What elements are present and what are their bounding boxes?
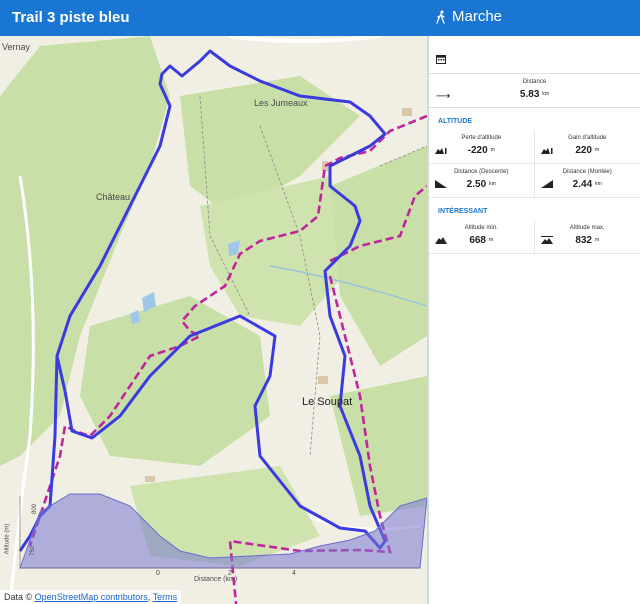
chart-y-tick-800: 800 [32,503,39,515]
map-attribution: Data © OpenStreetMap contributors, Terms [0,590,182,604]
forest-area [80,296,270,466]
osm-link[interactable]: OpenStreetMap contributors [35,592,148,602]
forest-area [330,146,427,366]
attribution-prefix: Data © [4,592,33,602]
attribution-separator: , [147,592,151,602]
route-title: Trail 3 piste bleu [12,9,130,26]
stat-distance-descent: Distance (Descente) 2.50 km [429,164,535,198]
place-label-main: Le Soupat [302,396,353,408]
stat-altitude-gain: Gain d'altitude 220 m [534,130,640,164]
place-label-north: Vernay [2,42,31,52]
app-header: Trail 3 piste bleu Marche [0,0,640,36]
activity-label: Marche [452,8,503,25]
chart-x-tick-4: 4 [292,570,296,577]
calendar-icon [436,55,446,64]
building [318,376,328,384]
place-label-hamlet: Les Jumeaux [254,98,308,108]
building [402,108,412,116]
stat-distance: Distance ⟶ 5.83 km [429,74,640,108]
terms-link[interactable]: Terms [153,592,178,602]
altitude-grid: Perte d'altitude -220 m Gain d'altitude 2… [429,130,640,198]
stat-distance-ascent: Distance (Montée) 2.44 km [534,164,640,198]
stat-distance-label: Distance [522,79,547,85]
stat-altitude-loss: Perte d'altitude -220 m [429,130,535,164]
walking-icon [436,10,445,24]
stat-altitude-max: Altitude max. 832 m [534,220,640,254]
road [229,36,381,43]
stat-distance-value: 5.83 km [519,89,550,100]
interest-grid: Altitude min. 668 m Altitude max. 832 m [429,220,640,254]
activity-type[interactable]: Marche [436,8,502,25]
map-canvas[interactable] [0,36,427,604]
section-interest: INTÉRESSANT [438,208,488,215]
chart-x-tick-0: 0 [156,570,160,577]
chart-xlabel: Distance (km) [194,576,238,583]
date-row[interactable] [429,36,640,74]
building [145,476,155,482]
chart-ylabel: Altitude (m) [4,523,11,555]
stats-panel: Distance ⟶ 5.83 km ALTITUDE Perte d'altit… [429,36,640,604]
elevation-chart [19,493,427,569]
chart-x-tick-2: 2 [228,570,232,577]
stat-altitude-min: Altitude min. 668 m [429,220,535,254]
map-view[interactable]: Vernay Les Jumeaux Château Le Soupat Dis… [0,36,427,604]
place-label-chateau: Château [96,192,131,202]
chart-y-tick-750: 750 [30,545,37,557]
section-altitude: ALTITUDE [438,118,473,125]
